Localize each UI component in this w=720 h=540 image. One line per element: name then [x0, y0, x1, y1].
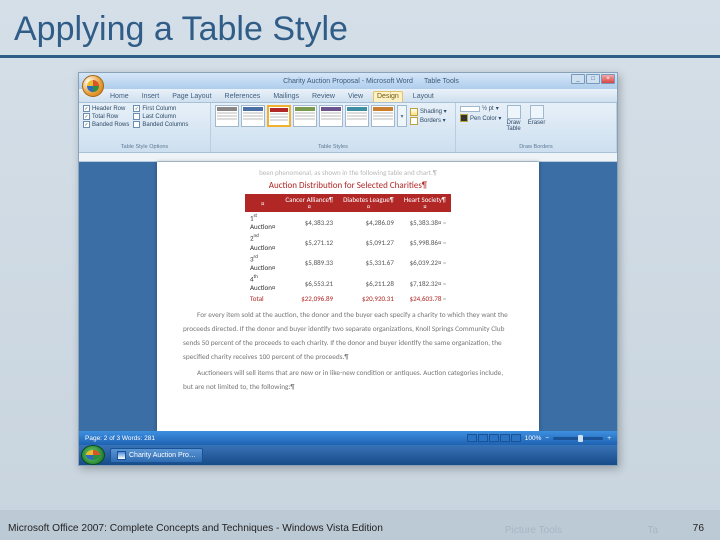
tab-view[interactable]: View — [345, 92, 366, 102]
check-banded-rows[interactable]: ✓Banded Rows — [83, 121, 129, 128]
bucket-icon — [410, 108, 418, 116]
charity-table[interactable]: ¤ Cancer Alliance¶¤ Diabetes League¶¤ He… — [245, 194, 451, 304]
check-label: First Column — [142, 106, 176, 112]
doc-heading: Auction Distribution for Selected Charit… — [183, 180, 513, 191]
start-button[interactable] — [81, 445, 105, 465]
check-label: Banded Columns — [142, 122, 188, 128]
draw-table-button[interactable]: Draw Table — [504, 105, 522, 132]
check-total-row[interactable]: ✓Total Row — [83, 113, 129, 120]
pen-weight-label: ½ pt — [482, 106, 494, 112]
pencil-icon — [507, 105, 521, 119]
page-number: 76 — [693, 523, 704, 534]
style-thumb[interactable] — [345, 105, 369, 127]
word-icon — [117, 451, 126, 460]
tab-references[interactable]: References — [222, 92, 264, 102]
body-paragraph: Auctioneers will sell items that are new… — [183, 366, 513, 394]
button-label: Draw Table — [506, 120, 520, 132]
close-icon[interactable]: × — [601, 74, 615, 84]
group-label: Table Style Options — [83, 144, 206, 150]
style-gallery: ▾ — [215, 105, 407, 127]
borders-button[interactable]: Borders ▾ — [410, 117, 447, 125]
contextual-tab-label: Table Tools — [424, 78, 459, 85]
check-label: Banded Rows — [92, 122, 129, 128]
table-header-row: ¤ Cancer Alliance¶¤ Diabetes League¶¤ He… — [245, 194, 451, 212]
button-label: Pen Color ▾ — [470, 115, 501, 122]
check-label: Total Row — [92, 114, 118, 120]
check-label: Last Column — [142, 114, 176, 120]
shading-button[interactable]: Shading ▾ — [410, 108, 447, 116]
tab-page-layout[interactable]: Page Layout — [169, 92, 214, 102]
view-buttons[interactable] — [467, 434, 521, 442]
slide-title: Applying a Table Style — [0, 0, 720, 55]
group-label: Table Styles — [215, 144, 451, 150]
check-header-row[interactable]: ✓Header Row — [83, 105, 129, 112]
truncated-text: been phenomenal, as shown in the followi… — [183, 168, 513, 177]
col-header: Cancer Alliance¶¤ — [280, 194, 338, 212]
eraser-icon — [530, 105, 544, 119]
tab-review[interactable]: Review — [309, 92, 338, 102]
document-page[interactable]: been phenomenal, as shown in the followi… — [157, 162, 539, 431]
zoom-in-icon[interactable]: + — [607, 435, 611, 442]
eraser-button[interactable]: Eraser — [526, 105, 548, 126]
status-left: Page: 2 of 3 Words: 281 — [85, 435, 155, 442]
style-thumb[interactable] — [215, 105, 239, 127]
footer-text: Microsoft Office 2007: Complete Concepts… — [8, 523, 383, 534]
style-thumb[interactable] — [293, 105, 317, 127]
table-row: 3rd Auction¤$5,889.33$5,331.67$6,039.22¤… — [245, 253, 451, 273]
gallery-more-icon[interactable]: ▾ — [397, 105, 407, 127]
table-row: 1st Auction¤$4,383.23$4,286.09$5,383.38¤… — [245, 212, 451, 232]
taskbar-item[interactable]: Charity Auction Pro… — [110, 448, 203, 463]
ribbon: ✓Header Row ✓Total Row ✓Banded Rows ✓Fir… — [79, 103, 617, 153]
office-button[interactable] — [82, 75, 104, 97]
pen-color-icon — [460, 114, 468, 122]
ruler[interactable] — [79, 153, 617, 162]
zoom-slider[interactable] — [553, 437, 603, 440]
col-header: Heart Society¶¤ — [399, 194, 451, 212]
style-thumb[interactable] — [319, 105, 343, 127]
col-header: Diabetes League¶¤ — [338, 194, 399, 212]
table-row: 4th Auction¤$6,553.21$6,211.28$7,182.32¤… — [245, 273, 451, 293]
taskbar-label: Charity Auction Pro… — [129, 452, 196, 459]
status-bar: Page: 2 of 3 Words: 281 100% − + — [79, 431, 617, 445]
minimize-icon[interactable]: _ — [571, 74, 585, 84]
slide-footer: Microsoft Office 2007: Complete Concepts… — [0, 516, 720, 540]
window-titlebar: Charity Auction Proposal - Microsoft Wor… — [79, 73, 617, 89]
button-label: Shading ▾ — [420, 108, 447, 115]
zoom-label: 100% — [525, 435, 542, 442]
word-screenshot: Charity Auction Proposal - Microsoft Wor… — [78, 72, 618, 466]
window-doc-title: Charity Auction Proposal - Microsoft Wor… — [283, 78, 413, 85]
check-first-column[interactable]: ✓First Column — [133, 105, 188, 112]
group-label: Draw Borders — [460, 144, 612, 150]
borders-icon — [410, 117, 418, 125]
tab-home[interactable]: Home — [107, 92, 132, 102]
ribbon-tabs: Home Insert Page Layout References Maili… — [79, 89, 617, 103]
chevron-down-icon[interactable]: ▾ — [496, 105, 499, 112]
pen-weight-select[interactable] — [460, 106, 480, 112]
document-area: been phenomenal, as shown in the followi… — [79, 153, 617, 431]
body-paragraph: For every item sold at the auction, the … — [183, 308, 513, 363]
tab-design[interactable]: Design — [373, 91, 403, 102]
check-last-column[interactable]: Last Column — [133, 113, 188, 120]
style-thumb[interactable] — [371, 105, 395, 127]
style-thumb[interactable] — [241, 105, 265, 127]
style-thumb-selected[interactable] — [267, 105, 291, 127]
zoom-out-icon[interactable]: − — [545, 435, 549, 442]
check-banded-columns[interactable]: Banded Columns — [133, 121, 188, 128]
title-rule — [0, 55, 720, 58]
group-table-styles: ▾ Shading ▾ Borders ▾ Table Styles — [211, 103, 456, 152]
maximize-icon[interactable]: □ — [586, 74, 600, 84]
table-corner: ¤ — [245, 194, 280, 212]
button-label: Eraser — [528, 120, 546, 126]
group-table-style-options: ✓Header Row ✓Total Row ✓Banded Rows ✓Fir… — [79, 103, 211, 152]
group-draw-borders: ½ pt▾ Pen Color ▾ Draw Table Eraser Draw… — [456, 103, 617, 152]
tab-mailings[interactable]: Mailings — [270, 92, 302, 102]
taskbar: Charity Auction Pro… — [79, 445, 617, 465]
pen-color-button[interactable]: Pen Color ▾ — [460, 114, 501, 122]
button-label: Borders ▾ — [420, 117, 446, 124]
table-row: 2nd Auction¤$5,271.12$5,091.27$5,998.86¤… — [245, 232, 451, 252]
tab-insert[interactable]: Insert — [139, 92, 163, 102]
check-label: Header Row — [92, 106, 125, 112]
table-total-row: Total$22,096.89$20,920.31$24,603.78 ¤ — [245, 293, 451, 304]
tab-layout[interactable]: Layout — [410, 92, 437, 102]
